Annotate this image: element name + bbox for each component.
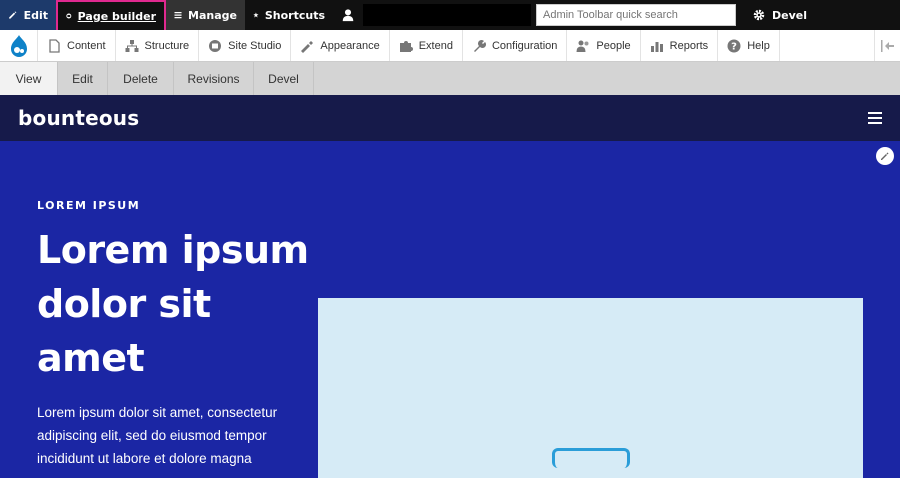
puzzle-icon — [399, 40, 413, 52]
gear-icon — [753, 9, 765, 21]
username-redacted — [363, 4, 531, 26]
edit-toggle-button[interactable]: Edit — [0, 0, 56, 30]
menu-item-content[interactable]: Content — [38, 30, 116, 61]
tab-label: Edit — [72, 71, 93, 86]
hero-section: LOREM IPSUM Lorem ipsum dolor sit amet L… — [0, 141, 900, 478]
hamburger-line — [868, 117, 882, 119]
menu-item-label: Site Studio — [228, 39, 282, 52]
admin-toolbar-search-input[interactable] — [536, 4, 736, 26]
tab-label: Devel — [268, 71, 299, 86]
menu-item-label: Help — [747, 39, 770, 52]
hamburger-line — [868, 112, 882, 114]
menu-item-people[interactable]: People — [567, 30, 641, 61]
contextual-edit-button[interactable] — [876, 147, 894, 165]
page-builder-button[interactable]: Page builder — [56, 0, 166, 32]
tab-label: Delete — [123, 71, 158, 86]
menu-item-help[interactable]: ? Help — [718, 30, 780, 61]
user-icon — [342, 9, 354, 22]
hero-eyebrow: LOREM IPSUM — [37, 199, 141, 212]
help-icon: ? — [727, 39, 741, 52]
menu-item-reports[interactable]: Reports — [641, 30, 719, 61]
page-builder-icon — [66, 13, 72, 19]
bar-chart-icon — [650, 41, 663, 52]
sitemap-icon — [125, 39, 139, 52]
menu-item-extend[interactable]: Extend — [390, 30, 463, 61]
shortcuts-label: Shortcuts — [264, 8, 325, 22]
menu-item-label: Structure — [144, 39, 190, 52]
menu-item-label: Reports — [669, 39, 709, 52]
tab-devel[interactable]: Devel — [254, 62, 314, 95]
menu-item-label: Configuration — [491, 39, 558, 52]
document-icon — [49, 38, 60, 53]
hero-headline: Lorem ipsum dolor sit amet — [37, 228, 309, 380]
drupal-logo[interactable] — [0, 30, 38, 61]
page-builder-label: Page builder — [77, 9, 156, 23]
manage-button[interactable]: Manage — [166, 0, 245, 30]
hamburger-line — [868, 122, 882, 124]
tab-edit[interactable]: Edit — [58, 62, 108, 95]
tab-delete[interactable]: Delete — [108, 62, 174, 95]
user-account-button[interactable] — [333, 0, 363, 30]
admin-menu-bar: Content Structure Site Studio Appearance… — [0, 30, 900, 62]
menu-item-label: Extend — [418, 39, 453, 52]
site-studio-icon — [209, 39, 222, 52]
drupal-drop-icon — [10, 34, 27, 57]
manage-label: Manage — [188, 8, 237, 22]
tab-view[interactable]: View — [0, 62, 58, 95]
menu-item-configuration[interactable]: Configuration — [463, 30, 568, 61]
site-header: bounteous — [0, 95, 900, 141]
hero-media-placeholder — [318, 298, 863, 478]
hamburger-menu-icon — [174, 11, 182, 19]
menu-item-appearance[interactable]: Appearance — [291, 30, 390, 61]
edit-toggle-label: Edit — [23, 8, 48, 22]
tab-label: View — [15, 71, 42, 86]
pencil-icon — [881, 152, 889, 160]
menu-item-label: Appearance — [320, 39, 380, 52]
hero-body-text: Lorem ipsum dolor sit amet, consectetur … — [37, 405, 278, 466]
local-tasks-tabs: View Edit Delete Revisions Devel — [0, 62, 900, 95]
star-icon — [253, 12, 259, 18]
menu-item-label: Content — [67, 39, 106, 52]
site-logo[interactable]: bounteous — [18, 106, 139, 130]
shortcuts-button[interactable]: Shortcuts — [245, 0, 333, 30]
pencil-icon — [9, 11, 17, 19]
people-icon — [576, 40, 589, 52]
collapse-arrow-icon — [880, 39, 894, 52]
collapse-toolbar-button[interactable] — [874, 30, 900, 61]
menu-item-structure[interactable]: Structure — [116, 30, 200, 61]
brush-icon — [301, 40, 314, 53]
media-frame-shape — [552, 448, 630, 468]
wrench-icon — [473, 39, 486, 52]
svg-text:?: ? — [731, 41, 737, 52]
menu-item-site-studio[interactable]: Site Studio — [199, 30, 292, 61]
tab-label: Revisions — [187, 71, 240, 86]
tab-revisions[interactable]: Revisions — [174, 62, 254, 95]
menu-item-label: People — [596, 39, 631, 52]
mobile-menu-button[interactable] — [868, 112, 882, 124]
devel-label: Devel — [772, 8, 807, 22]
admin-toolbar: Edit Page builder Manage Shortcuts Devel — [0, 0, 900, 32]
devel-button[interactable]: Devel — [744, 0, 815, 30]
